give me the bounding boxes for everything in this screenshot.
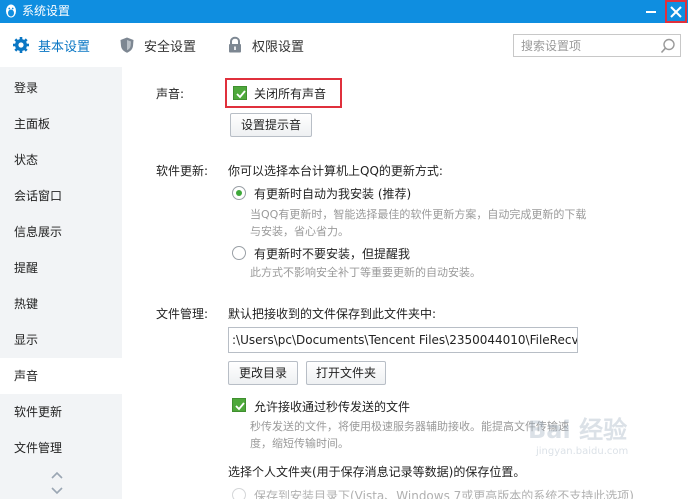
change-directory-button[interactable]: 更改目录: [228, 361, 298, 385]
sidebar-item-status[interactable]: 状态: [0, 142, 122, 178]
sidebar-item-file-management[interactable]: 文件管理: [0, 430, 122, 466]
sidebar-item-label: 软件更新: [14, 405, 63, 419]
personal-folder-intro: 选择个人文件夹(用于保存消息记录等数据)的保存位置。: [228, 465, 526, 479]
sidebar-item-label: 显示: [14, 333, 39, 347]
tab-security-settings[interactable]: 安全设置: [118, 23, 196, 67]
update-auto-radio[interactable]: [232, 186, 246, 200]
chevron-down-icon[interactable]: [47, 485, 67, 497]
allow-instant-transfer-label[interactable]: 允许接收通过秒传发送的文件: [254, 398, 410, 415]
sidebar-item-label: 声音: [14, 369, 39, 383]
tab-permission-settings[interactable]: 权限设置: [226, 23, 304, 67]
lock-icon: [229, 36, 241, 53]
search-input[interactable]: [514, 35, 654, 56]
sidebar-item-label: 信息展示: [14, 225, 63, 239]
update-notify-radio[interactable]: [232, 246, 246, 260]
watermark-text: Bai 经验: [528, 416, 628, 444]
sidebar-item-label: 文件管理: [14, 441, 63, 455]
update-auto-desc: 当QQ有更新时，智能选择最佳的软件更新方案，自动完成更新的下载: [250, 208, 587, 221]
mute-all-label[interactable]: 关闭所有声音: [254, 85, 326, 102]
set-tone-button[interactable]: 设置提示音: [230, 113, 312, 137]
instant-transfer-desc: 秒传发送的文件，将使用极速服务器辅助接收。能提高文件传输速: [250, 420, 569, 433]
close-button[interactable]: [665, 0, 687, 23]
qq-penguin-icon: [6, 4, 16, 18]
sidebar-item-hotkeys[interactable]: 热键: [0, 286, 122, 322]
sidebar-item-login[interactable]: 登录: [0, 70, 122, 106]
files-section-label: 文件管理:: [156, 307, 209, 321]
files-intro: 默认把接收到的文件保存到此文件夹中:: [228, 307, 437, 321]
search-box: [513, 34, 681, 57]
update-notify-label[interactable]: 有更新时不要安装，但提醒我: [254, 245, 410, 262]
sidebar-item-sound[interactable]: 声音: [0, 358, 122, 394]
settings-tab-bar: 基本设置 安全设置 权限设置: [0, 23, 688, 67]
sidebar-item-label: 状态: [14, 153, 39, 167]
checkmark-icon: [235, 402, 245, 411]
sidebar-item-chat-window[interactable]: 会话窗口: [0, 178, 122, 214]
settings-window: 系统设置 基本设置 安全设置 权限设置 搜索设置项 登录 主面板 状态 会话窗口…: [0, 0, 688, 499]
sidebar-item-display[interactable]: 显示: [0, 322, 122, 358]
allow-instant-transfer-checkbox[interactable]: [232, 398, 246, 412]
tab-basic-settings[interactable]: 基本设置: [12, 23, 90, 67]
sidebar-item-label: 提醒: [14, 261, 39, 275]
chevron-up-icon[interactable]: [47, 469, 67, 481]
sidebar-item-reminder[interactable]: 提醒: [0, 250, 122, 286]
sidebar-item-label: 主面板: [14, 117, 51, 131]
search-icon[interactable]: [659, 37, 677, 55]
gear-icon: [13, 37, 29, 53]
sidebar-item-info-display[interactable]: 信息展示: [0, 214, 122, 250]
shield-icon: [120, 37, 134, 53]
personal-folder-install-dir-label[interactable]: 保存到安装目录下(Vista、Windows 7或更高版本的系统不支持此选项): [254, 487, 634, 499]
update-notify-desc: 此方式不影响安全补丁等重要更新的自动安装。: [250, 266, 481, 279]
update-auto-desc-2: 与安装，省心省力。: [250, 225, 349, 238]
download-path-field[interactable]: :\Users\pc\Documents\Tencent Files\23500…: [228, 327, 578, 353]
sidebar-item-software-update[interactable]: 软件更新: [0, 394, 122, 430]
update-section-label: 软件更新:: [156, 164, 209, 178]
title-bar: 系统设置: [0, 0, 688, 23]
sidebar-item-main-panel[interactable]: 主面板: [0, 106, 122, 142]
checkmark-icon: [236, 90, 246, 99]
settings-sidebar: 登录 主面板 状态 会话窗口 信息展示 提醒 热键 显示 声音 软件更新 文件管…: [0, 67, 122, 499]
minimize-button[interactable]: [640, 0, 662, 23]
update-auto-label[interactable]: 有更新时自动为我安装 (推荐): [254, 185, 411, 202]
tab-label: 基本设置: [38, 39, 91, 55]
close-icon: [670, 6, 682, 18]
tab-label: 安全设置: [144, 39, 197, 55]
tab-label: 权限设置: [252, 39, 305, 55]
open-folder-button[interactable]: 打开文件夹: [306, 361, 386, 385]
update-intro: 你可以选择本台计算机上QQ的更新方式:: [228, 164, 443, 178]
baidu-watermark: Bai 经验 jingyan.baidu.com: [528, 410, 678, 470]
sidebar-item-label: 会话窗口: [14, 189, 63, 203]
window-title: 系统设置: [22, 4, 71, 18]
sidebar-item-label: 登录: [14, 81, 39, 95]
sidebar-item-label: 热键: [14, 297, 39, 311]
instant-transfer-desc-2: 度，缩短传输时间。: [250, 437, 349, 450]
sound-section-label: 声音:: [156, 87, 185, 101]
personal-folder-install-dir-radio[interactable]: [232, 488, 246, 499]
mute-all-checkbox[interactable]: [233, 86, 247, 100]
watermark-subtext: jingyan.baidu.com: [536, 446, 629, 457]
